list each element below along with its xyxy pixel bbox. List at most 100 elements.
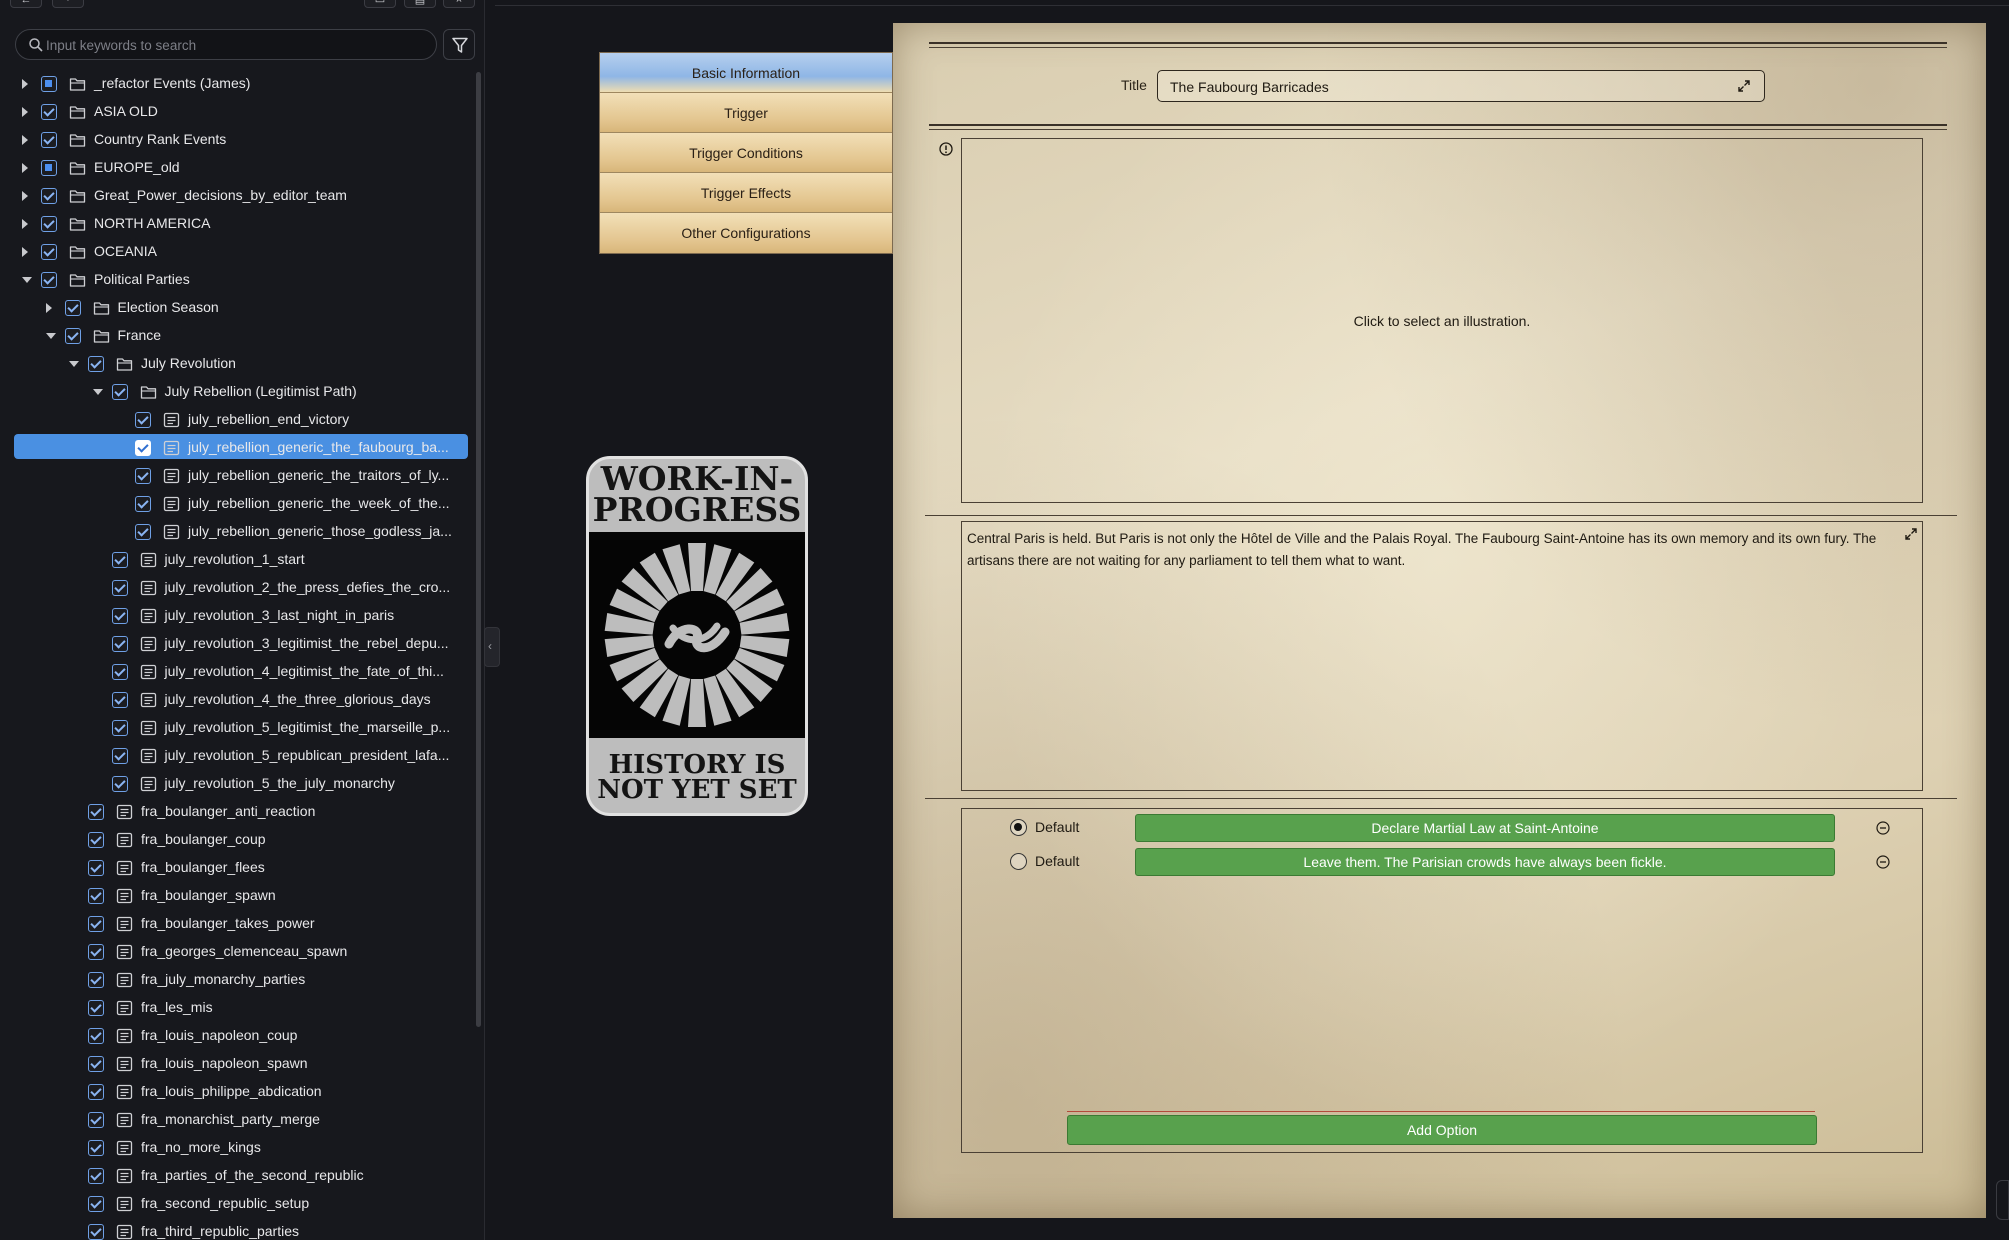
tree-folder-item[interactable]: France	[0, 322, 470, 350]
tab-trigger-conditions[interactable]: Trigger Conditions	[600, 133, 892, 173]
tree-file-item[interactable]: july_rebellion_end_victory	[0, 406, 470, 434]
tab-basic-information[interactable]: Basic Information	[600, 53, 892, 93]
tree-checkbox[interactable]	[64, 300, 81, 316]
tree-file-item[interactable]: july_revolution_3_legitimist_the_rebel_d…	[0, 630, 470, 658]
tree-file-item[interactable]: fra_boulanger_flees	[0, 854, 470, 882]
chevron-right-icon[interactable]	[22, 191, 28, 201]
tree-file-item[interactable]: fra_louis_napoleon_coup	[0, 1022, 470, 1050]
chevron-down-icon[interactable]	[22, 277, 32, 283]
default-radio[interactable]	[1010, 853, 1027, 870]
save-button[interactable]: ▭	[364, 0, 396, 8]
illustration-picker[interactable]: Click to select an illustration.	[961, 138, 1923, 503]
tree-checkbox[interactable]	[88, 972, 104, 988]
tab-other-configurations[interactable]: Other Configurations	[600, 213, 892, 253]
tree-checkbox[interactable]	[88, 1196, 104, 1212]
tree-file-item[interactable]: july_rebellion_generic_the_traitors_of_l…	[0, 462, 470, 490]
tree-checkbox[interactable]	[88, 1140, 104, 1156]
sidebar-scrollbar[interactable]	[476, 72, 481, 1027]
tree-checkbox[interactable]	[41, 272, 57, 288]
tree-checkbox[interactable]	[64, 328, 81, 344]
layout-button[interactable]: ·	[52, 0, 84, 8]
tree-checkbox[interactable]	[135, 440, 151, 456]
tree-file-item[interactable]: july_revolution_1_start	[0, 546, 470, 574]
tree-file-item[interactable]: july_revolution_5_legitimist_the_marseil…	[0, 714, 470, 742]
option-button[interactable]: Leave them. The Parisian crowds have alw…	[1135, 848, 1835, 876]
tree-file-item[interactable]: july_revolution_5_the_july_monarchy	[0, 770, 470, 798]
tree-file-item[interactable]: july_rebellion_generic_the_faubourg_ba..…	[0, 434, 470, 462]
description-textarea[interactable]: Central Paris is held. But Paris is not …	[961, 521, 1923, 791]
tree-folder-item[interactable]: Country Rank Events	[0, 126, 470, 154]
tree-checkbox[interactable]	[88, 888, 104, 904]
tree-folder-item[interactable]: Great_Power_decisions_by_editor_team	[0, 182, 470, 210]
tree-file-item[interactable]: fra_boulanger_takes_power	[0, 910, 470, 938]
tree-checkbox[interactable]	[111, 608, 128, 624]
tree-file-item[interactable]: july_revolution_2_the_press_defies_the_c…	[0, 574, 470, 602]
chevron-right-icon[interactable]	[22, 219, 28, 229]
tree-checkbox[interactable]	[88, 1056, 104, 1072]
tab-trigger-effects[interactable]: Trigger Effects	[600, 173, 892, 213]
tree-checkbox[interactable]	[88, 1084, 104, 1100]
tree-folder-item[interactable]: OCEANIA	[0, 238, 470, 266]
box-button[interactable]: ▤	[404, 0, 436, 8]
tree-file-item[interactable]: july_revolution_3_last_night_in_paris	[0, 602, 470, 630]
tree-file-item[interactable]: fra_monarchist_party_merge	[0, 1106, 470, 1134]
chevron-down-icon[interactable]	[45, 333, 56, 339]
tree-folder-item[interactable]: EUROPE_old	[0, 154, 470, 182]
remove-option-icon[interactable]	[1876, 821, 1890, 835]
tree-checkbox[interactable]	[41, 76, 57, 92]
close-button[interactable]: ×	[443, 0, 475, 8]
tree-file-item[interactable]: fra_third_republic_parties	[0, 1218, 470, 1240]
tree-file-item[interactable]: july_rebellion_generic_the_week_of_the..…	[0, 490, 470, 518]
tree-checkbox[interactable]	[88, 1224, 104, 1240]
expand-icon[interactable]	[1738, 80, 1750, 92]
tree-folder-item[interactable]: ASIA OLD	[0, 98, 470, 126]
chevron-right-icon[interactable]	[45, 303, 52, 313]
tree-file-item[interactable]: fra_louis_napoleon_spawn	[0, 1050, 470, 1078]
tree-folder-item[interactable]: NORTH AMERICA	[0, 210, 470, 238]
tree-file-item[interactable]: fra_second_republic_setup	[0, 1190, 470, 1218]
tree-checkbox[interactable]	[41, 104, 57, 120]
add-option-button[interactable]: Add Option	[1067, 1115, 1817, 1145]
right-panel-handle[interactable]	[1996, 1180, 2009, 1220]
tree-file-item[interactable]: fra_boulanger_anti_reaction	[0, 798, 470, 826]
tree-checkbox[interactable]	[41, 160, 57, 176]
default-radio[interactable]	[1010, 819, 1027, 836]
tree-checkbox[interactable]	[135, 524, 151, 540]
chevron-right-icon[interactable]	[22, 79, 28, 89]
tree-checkbox[interactable]	[88, 916, 104, 932]
tree-checkbox[interactable]	[88, 1168, 104, 1184]
chevron-right-icon[interactable]	[22, 107, 28, 117]
tree-checkbox[interactable]	[88, 832, 104, 848]
tree-file-item[interactable]: july_revolution_4_the_three_glorious_day…	[0, 686, 470, 714]
tree-checkbox[interactable]	[88, 860, 104, 876]
tree-folder-item[interactable]: Election Season	[0, 294, 470, 322]
tree-checkbox[interactable]	[41, 216, 57, 232]
tree-checkbox[interactable]	[135, 496, 151, 512]
tree-checkbox[interactable]	[111, 384, 128, 400]
tree-file-item[interactable]: july_rebellion_generic_those_godless_ja.…	[0, 518, 470, 546]
tree-checkbox[interactable]	[88, 1000, 104, 1016]
tree-file-item[interactable]: july_revolution_4_legitimist_the_fate_of…	[0, 658, 470, 686]
tree-checkbox[interactable]	[88, 1112, 104, 1128]
expand-icon[interactable]	[1905, 528, 1917, 540]
tree-checkbox[interactable]	[111, 748, 128, 764]
tree-checkbox[interactable]	[111, 776, 128, 792]
chevron-right-icon[interactable]	[22, 135, 28, 145]
tree-checkbox[interactable]	[111, 664, 128, 680]
search-input[interactable]	[46, 34, 426, 56]
tree-checkbox[interactable]	[111, 636, 128, 652]
tree-file-item[interactable]: fra_no_more_kings	[0, 1134, 470, 1162]
chevron-right-icon[interactable]	[22, 163, 28, 173]
tree-checkbox[interactable]	[88, 1028, 104, 1044]
tree-file-item[interactable]: fra_boulanger_spawn	[0, 882, 470, 910]
tree-folder-item[interactable]: Political Parties	[0, 266, 470, 294]
chevron-down-icon[interactable]	[69, 361, 79, 367]
tree-checkbox[interactable]	[111, 692, 128, 708]
tree-checkbox[interactable]	[88, 804, 104, 820]
tree-file-item[interactable]: fra_boulanger_coup	[0, 826, 470, 854]
tree-file-item[interactable]: fra_parties_of_the_second_republic	[0, 1162, 470, 1190]
tree-checkbox[interactable]	[111, 720, 128, 736]
tree-folder-item[interactable]: July Revolution	[0, 350, 470, 378]
chevron-down-icon[interactable]	[92, 389, 103, 395]
tree-checkbox[interactable]	[135, 412, 151, 428]
